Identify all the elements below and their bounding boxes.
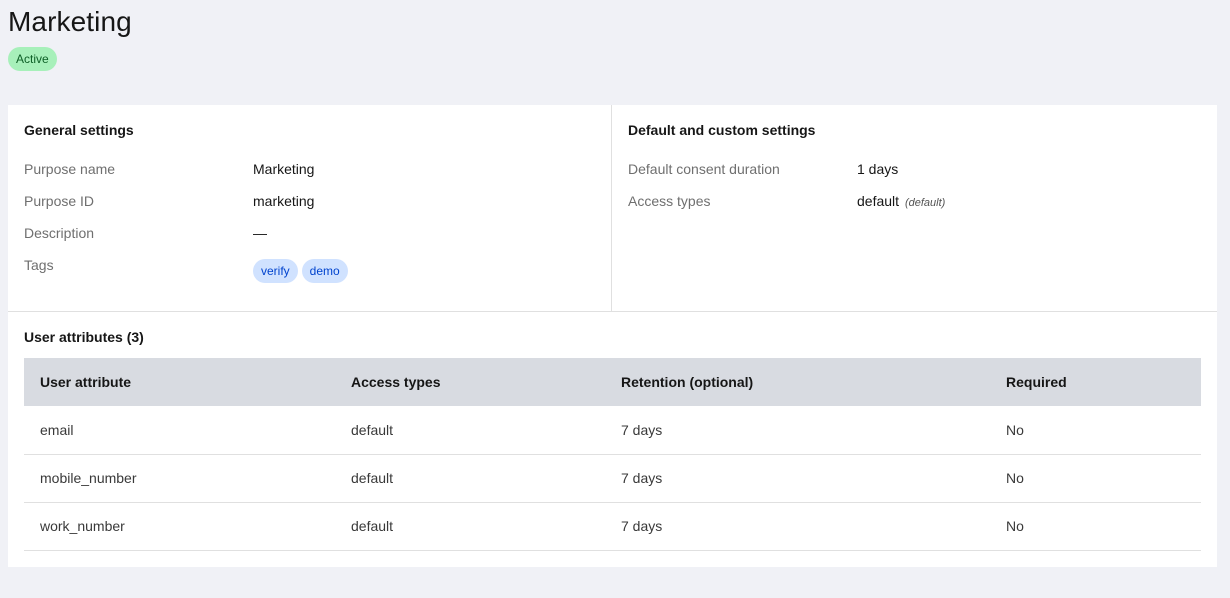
- column-header-required: Required: [990, 358, 1201, 406]
- access-types-value-text: default: [857, 193, 900, 209]
- general-settings-section: General settings Purpose name Marketing …: [8, 105, 612, 311]
- purpose-name-value: Marketing: [253, 161, 315, 177]
- cell-required: No: [990, 502, 1201, 551]
- tag-list: verify demo: [253, 259, 348, 283]
- column-header-user-attribute: User attribute: [24, 358, 335, 406]
- access-types-default-note: (default): [904, 197, 946, 209]
- user-attributes-heading: User attributes (3): [24, 329, 144, 345]
- access-types-value: default (default): [857, 193, 945, 209]
- purpose-details-panel: General settings Purpose name Marketing …: [8, 105, 1217, 567]
- default-settings-section: Default and custom settings Default cons…: [612, 105, 1217, 311]
- page-title: Marketing: [8, 6, 132, 37]
- description-value: —: [253, 225, 267, 241]
- cell-access-types: default: [335, 406, 605, 455]
- cell-user-attribute: email: [24, 406, 335, 455]
- user-attributes-table: User attribute Access types Retention (o…: [24, 358, 1201, 551]
- tags-label: Tags: [24, 257, 54, 273]
- tag-verify: verify: [253, 259, 298, 283]
- column-header-access-types: Access types: [335, 358, 605, 406]
- general-settings-heading: General settings: [24, 122, 134, 138]
- cell-user-attribute: mobile_number: [24, 454, 335, 503]
- purpose-id-value: marketing: [253, 193, 315, 209]
- table-row: work_number default 7 days No: [24, 502, 1201, 551]
- purpose-id-label: Purpose ID: [24, 193, 95, 209]
- tag-demo: demo: [301, 259, 348, 283]
- table-row: email default 7 days No: [24, 406, 1201, 455]
- cell-retention: 7 days: [605, 454, 990, 503]
- cell-access-types: default: [335, 502, 605, 551]
- cell-access-types: default: [335, 454, 605, 503]
- cell-retention: 7 days: [605, 406, 990, 455]
- column-header-retention: Retention (optional): [605, 358, 990, 406]
- cell-required: No: [990, 406, 1201, 455]
- cell-user-attribute: work_number: [24, 502, 335, 551]
- status-badge: Active: [8, 47, 57, 71]
- settings-row: General settings Purpose name Marketing …: [8, 105, 1217, 312]
- purpose-name-label: Purpose name: [24, 161, 116, 177]
- default-settings-heading: Default and custom settings: [628, 122, 816, 138]
- consent-duration-label: Default consent duration: [628, 161, 780, 177]
- cell-retention: 7 days: [605, 502, 990, 551]
- table-header-row: User attribute Access types Retention (o…: [24, 358, 1201, 406]
- consent-duration-value: 1 days: [857, 161, 899, 177]
- description-label: Description: [24, 225, 95, 241]
- access-types-label: Access types: [628, 193, 711, 209]
- table-row: mobile_number default 7 days No: [24, 454, 1201, 503]
- cell-required: No: [990, 454, 1201, 503]
